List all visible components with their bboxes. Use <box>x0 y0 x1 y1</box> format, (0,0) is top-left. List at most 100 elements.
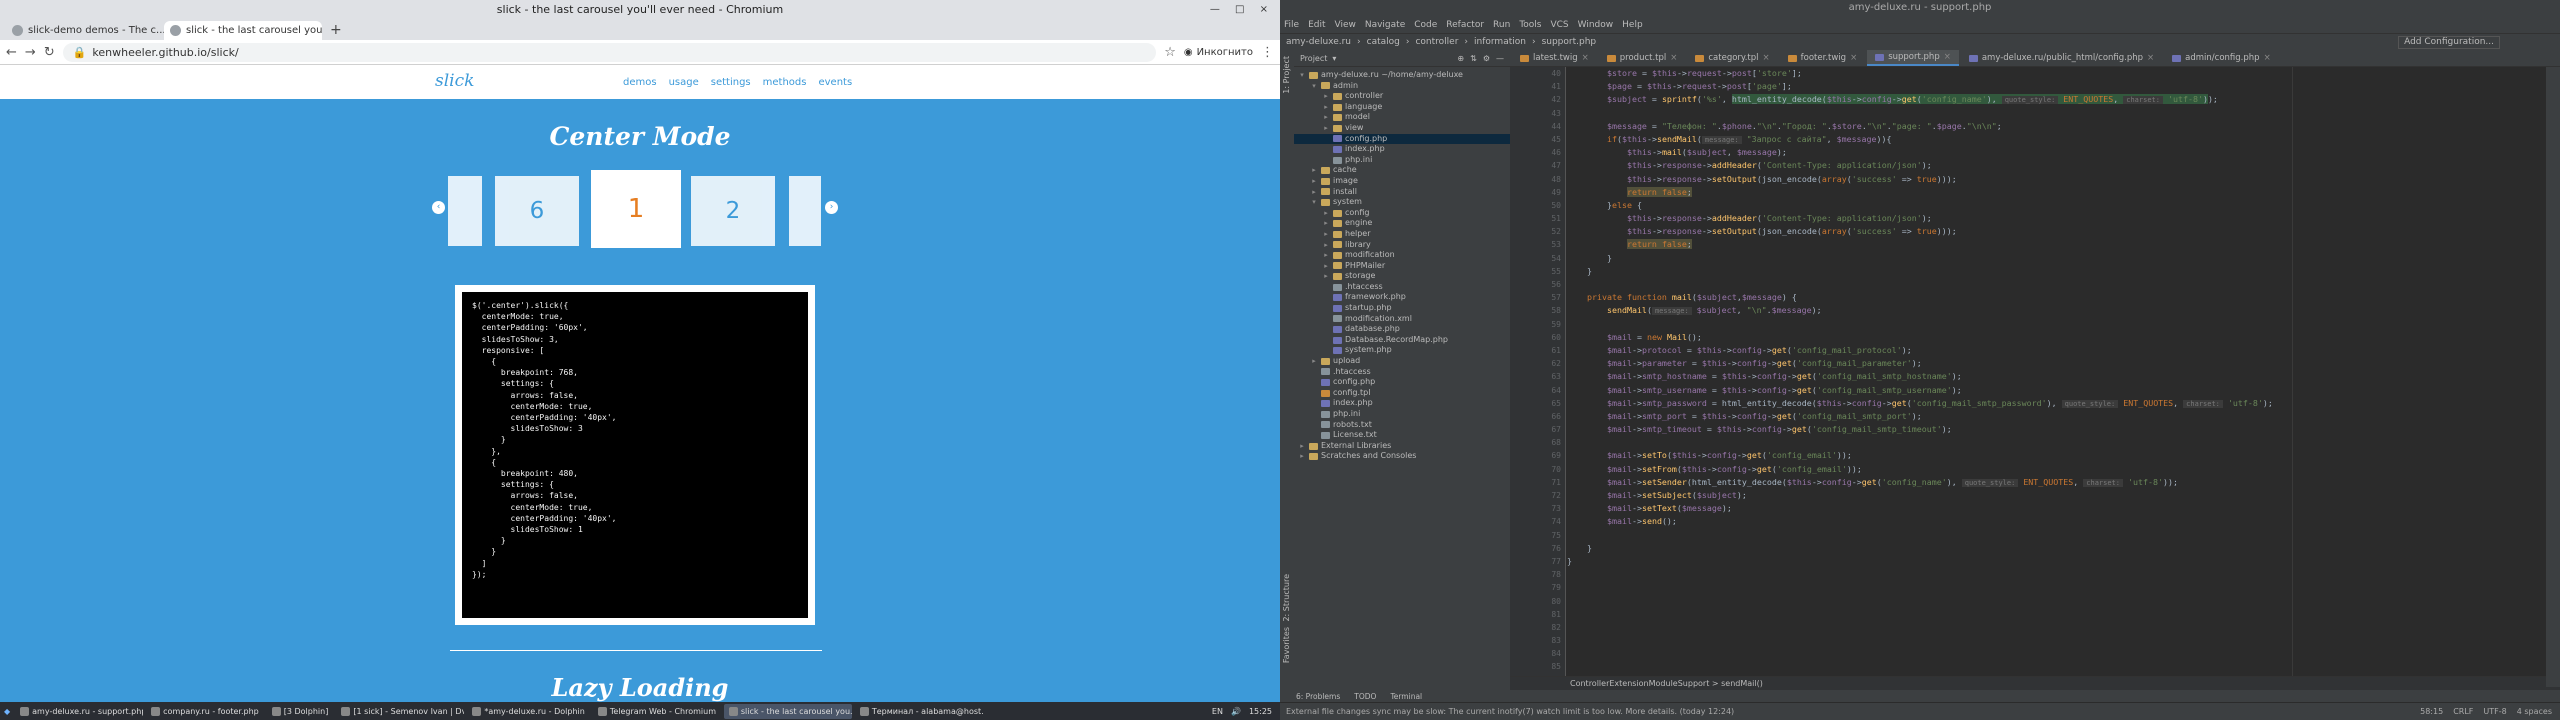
tool-window-structure[interactable]: 2: Structure <box>1282 574 1291 622</box>
expanded-arrow-icon[interactable]: ▾ <box>1310 197 1318 208</box>
close-icon[interactable]: × <box>1850 50 1857 66</box>
locate-icon[interactable]: ⊕ <box>1457 54 1464 63</box>
tree-item[interactable]: ▾ amy-deluxe.ru ~/home/amy-deluxe <box>1294 70 1510 81</box>
collapsed-arrow-icon[interactable]: ▸ <box>1322 261 1330 272</box>
collapsed-arrow-icon[interactable]: ▸ <box>1322 102 1330 113</box>
taskbar-item[interactable]: [1 sick] - Semenov Ivan | Dve... <box>336 704 464 719</box>
menu-item-view[interactable]: View <box>1335 20 1356 30</box>
incognito-indicator[interactable]: ◉ Инкогнито <box>1184 47 1253 58</box>
taskbar-item[interactable]: company.ru - footer.php <box>146 704 264 719</box>
taskbar-item[interactable]: amy-deluxe.ru - support.php <box>15 704 143 719</box>
add-configuration-button[interactable]: Add Configuration... <box>2398 36 2500 49</box>
close-icon[interactable]: × <box>1944 49 1951 65</box>
status-message[interactable]: External file changes sync may be slow: … <box>1286 707 1734 716</box>
tree-item[interactable]: ▸ config <box>1294 208 1510 219</box>
carousel-next-arrow[interactable]: › <box>825 201 838 214</box>
clock[interactable]: 15:25 <box>1249 707 1272 716</box>
chevron-down-icon[interactable]: ▾ <box>1332 54 1336 63</box>
tree-item[interactable]: config.tpl <box>1294 388 1510 399</box>
tree-item[interactable]: config.php <box>1294 377 1510 388</box>
tree-item[interactable]: php.ini <box>1294 409 1510 420</box>
tree-item[interactable]: ▾ admin <box>1294 81 1510 92</box>
tree-item[interactable]: ▸ engine <box>1294 218 1510 229</box>
carousel-slide[interactable]: 2 <box>691 176 775 246</box>
back-icon[interactable]: ← <box>6 45 17 60</box>
menu-item-navigate[interactable]: Navigate <box>1365 20 1405 30</box>
tree-item[interactable]: ▸ Scratches and Consoles <box>1294 451 1510 462</box>
menu-item-vcs[interactable]: VCS <box>1550 20 1568 30</box>
menu-item-run[interactable]: Run <box>1493 20 1510 30</box>
indent-setting[interactable]: 4 spaces <box>2517 707 2552 716</box>
collapsed-arrow-icon[interactable]: ▸ <box>1322 123 1330 134</box>
editor-tab[interactable]: product.tpl × <box>1599 50 1686 66</box>
tree-item[interactable]: database.php <box>1294 324 1510 335</box>
todo-tool-button[interactable]: TODO <box>1354 692 1376 701</box>
collapsed-arrow-icon[interactable]: ▸ <box>1310 187 1318 198</box>
expanded-arrow-icon[interactable]: ▾ <box>1310 81 1318 92</box>
project-label[interactable]: Project <box>1300 54 1327 63</box>
tree-item[interactable]: ▸ upload <box>1294 356 1510 367</box>
tree-item[interactable]: modification.xml <box>1294 314 1510 325</box>
breadcrumb-item[interactable]: catalog <box>1367 37 1400 47</box>
tree-item[interactable]: ▸ modification <box>1294 250 1510 261</box>
menu-item-file[interactable]: File <box>1284 20 1299 30</box>
tree-item[interactable]: index.php <box>1294 398 1510 409</box>
nav-link-methods[interactable]: methods <box>763 77 807 88</box>
reload-icon[interactable]: ↻ <box>44 45 55 60</box>
browser-tab-active[interactable]: slick - the last carousel you'll... × <box>164 21 322 40</box>
breadcrumb-item[interactable]: amy-deluxe.ru <box>1286 37 1351 47</box>
window-controls[interactable]: — □ × <box>1210 0 1274 19</box>
nav-link-events[interactable]: events <box>818 77 852 88</box>
tree-item[interactable]: Database.RecordMap.php <box>1294 335 1510 346</box>
breadcrumb-item[interactable]: information <box>1474 37 1526 47</box>
taskbar-item[interactable]: Терминал - alabama@host... <box>855 704 983 719</box>
tree-item[interactable]: ▸ controller <box>1294 91 1510 102</box>
collapsed-arrow-icon[interactable]: ▸ <box>1322 91 1330 102</box>
collapsed-arrow-icon[interactable]: ▸ <box>1322 208 1330 219</box>
volume-icon[interactable]: 🔊 <box>1231 707 1241 716</box>
problems-tool-button[interactable]: 6: Problems <box>1296 692 1340 701</box>
carousel-prev-arrow[interactable]: ‹ <box>432 201 445 214</box>
tree-item[interactable]: framework.php <box>1294 292 1510 303</box>
editor-tab[interactable]: footer.twig × <box>1780 50 1866 66</box>
tree-item[interactable]: startup.php <box>1294 303 1510 314</box>
tree-item[interactable]: ▸ library <box>1294 240 1510 251</box>
code-editor[interactable]: $store = $this->request->post['store']; … <box>1567 67 2560 690</box>
tree-item[interactable]: system.php <box>1294 345 1510 356</box>
tree-item[interactable]: ▾ system <box>1294 197 1510 208</box>
nav-link-usage[interactable]: usage <box>669 77 699 88</box>
tree-item[interactable]: ▸ helper <box>1294 229 1510 240</box>
carousel-slide[interactable] <box>789 176 821 246</box>
taskbar-item[interactable]: slick - the last carousel you... <box>723 703 852 719</box>
tree-item[interactable]: ▸ External Libraries <box>1294 441 1510 452</box>
tree-item[interactable]: ▸ PHPMailer <box>1294 261 1510 272</box>
tree-item[interactable]: ▸ view <box>1294 123 1510 134</box>
taskbar-item[interactable]: *amy-deluxe.ru - Dolphin <box>467 704 589 719</box>
tree-item[interactable]: ▸ install <box>1294 187 1510 198</box>
breadcrumb-item[interactable]: controller <box>1415 37 1458 47</box>
nav-link-demos[interactable]: demos <box>623 77 657 88</box>
forward-icon[interactable]: → <box>25 45 36 60</box>
tree-item[interactable]: ▸ cache <box>1294 165 1510 176</box>
tree-item[interactable]: robots.txt <box>1294 420 1510 431</box>
collapsed-arrow-icon[interactable]: ▸ <box>1322 271 1330 282</box>
terminal-tool-button[interactable]: Terminal <box>1390 692 1422 701</box>
nav-link-settings[interactable]: settings <box>711 77 751 88</box>
editor-tab-active[interactable]: support.php × <box>1867 50 1959 66</box>
site-logo[interactable]: slick <box>435 71 474 91</box>
menu-icon[interactable]: ⋮ <box>1261 45 1274 60</box>
menu-item-window[interactable]: Window <box>1578 20 1614 30</box>
collapsed-arrow-icon[interactable]: ▸ <box>1322 112 1330 123</box>
editor-tab[interactable]: latest.twig × <box>1512 50 1597 66</box>
editor-tab[interactable]: admin/config.php × <box>2164 50 2279 66</box>
carousel-slide-center[interactable]: 1 <box>591 170 681 248</box>
browser-tab[interactable]: slick-demo demos - The c... × <box>6 21 164 40</box>
breadcrumb-item[interactable]: support.php <box>1542 37 1597 47</box>
tree-item[interactable]: License.txt <box>1294 430 1510 441</box>
caret-position[interactable]: 58:15 <box>2420 707 2443 716</box>
collapsed-arrow-icon[interactable]: ▸ <box>1298 451 1306 462</box>
address-bar[interactable]: 🔒 kenwheeler.github.io/slick/ <box>62 42 1157 62</box>
close-icon[interactable]: × <box>2264 50 2271 66</box>
editor-tab[interactable]: amy-deluxe.ru/public_html/config.php × <box>1961 50 2162 66</box>
carousel-slide[interactable]: 6 <box>495 176 579 246</box>
